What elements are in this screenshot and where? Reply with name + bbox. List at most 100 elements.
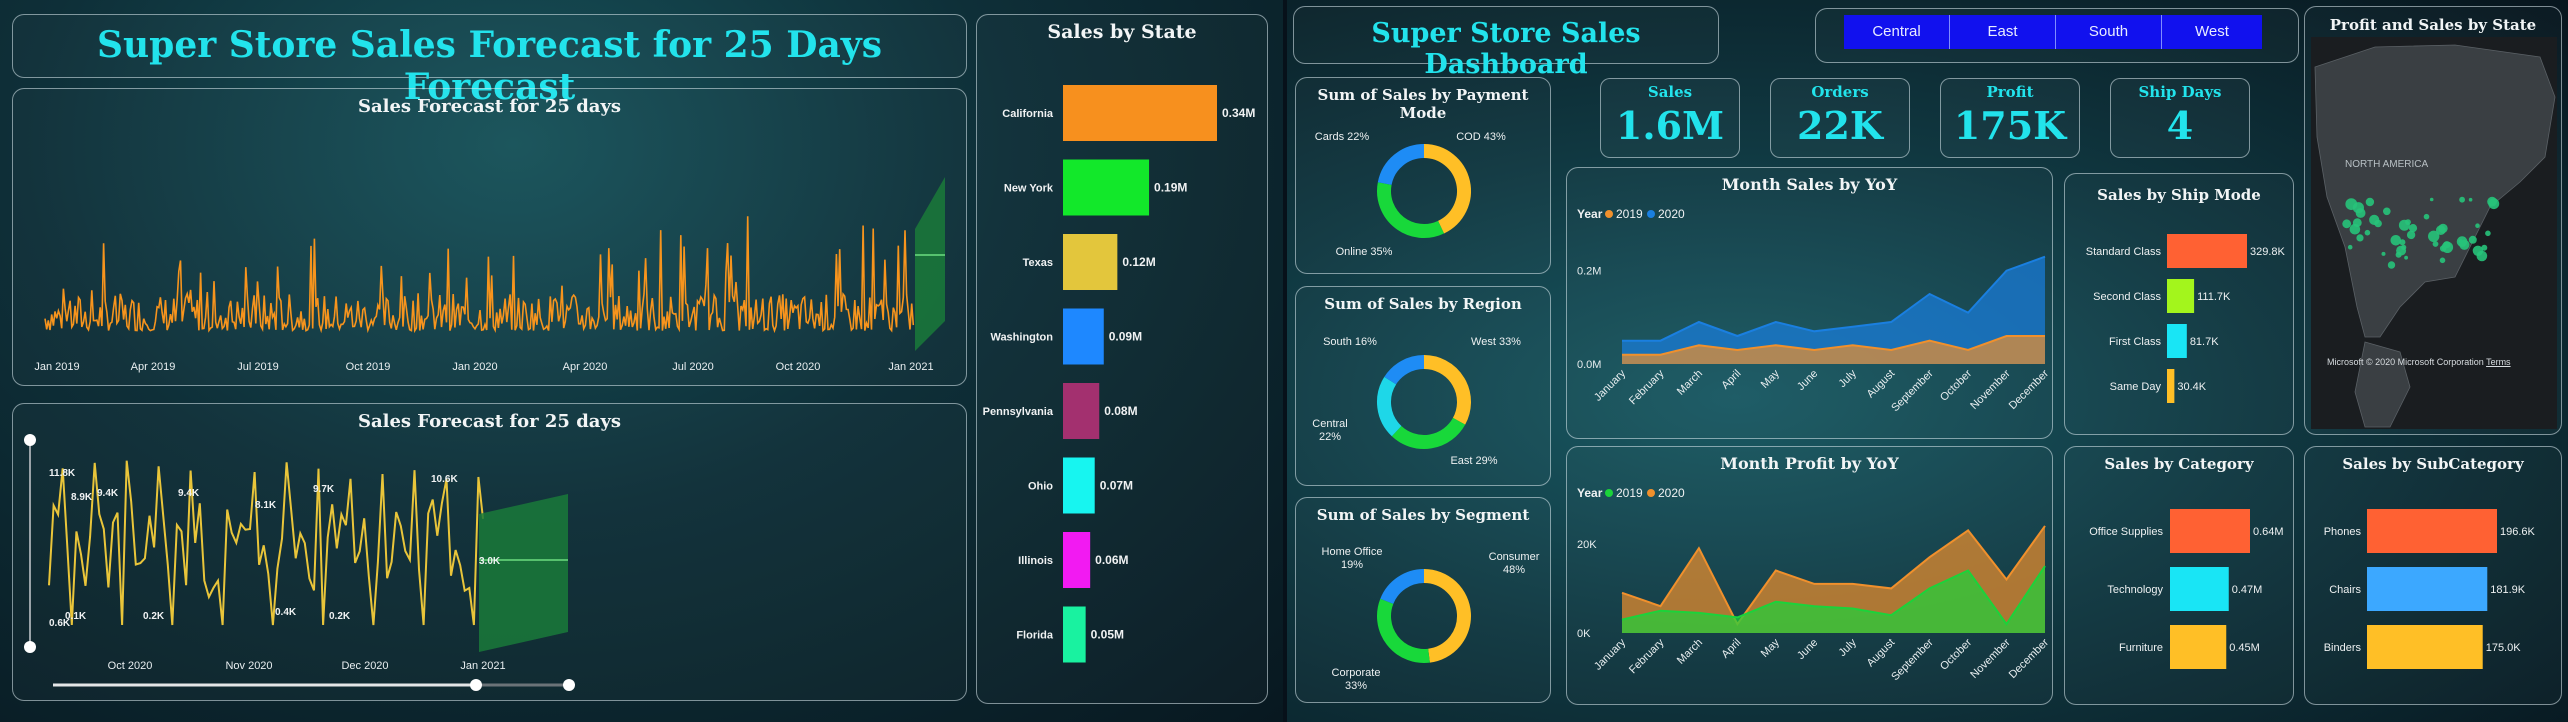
- forecast-2-peak-label: 9.4K: [97, 488, 119, 499]
- region-tab-central[interactable]: Central: [1844, 15, 1950, 49]
- forecast-2-x-tick: Dec 2020: [341, 660, 388, 672]
- category-panel[interactable]: Sales by Category Office Supplies 0.64M Te…: [2064, 446, 2294, 705]
- segment-label: Consumer 48%: [1489, 551, 1540, 576]
- payment-label: Cards 22%: [1315, 131, 1370, 143]
- kpi-profit-label: Profit: [1986, 83, 2034, 101]
- forecast-title-panel: Super Store Sales Forecast for 25 Days F…: [12, 14, 967, 108]
- map-brand: Microsoft: [2327, 357, 2364, 367]
- legend-label: 2020: [1658, 207, 1685, 221]
- map-state-bubble: [2342, 219, 2352, 229]
- month-profit-chart: Year 2019 2020 0K 20K JanuaryFebruary March Apr…: [1577, 486, 2051, 683]
- month-sales-chart: Year 2019 2020 0.0M 0.2M JanuaryFebruary March…: [1577, 207, 2052, 414]
- region-slicer: Central East South West: [1815, 8, 2299, 63]
- x-tick-month: June: [1795, 368, 1820, 393]
- x-tick-month: December: [2007, 367, 2052, 412]
- region-tab-east[interactable]: East: [1950, 15, 2056, 49]
- state-name-label: California: [1002, 108, 1054, 120]
- state-bar: [1063, 85, 1217, 141]
- kpi-sales-value: 1.6M: [1615, 103, 1725, 148]
- month-profit-panel[interactable]: Month Profit by YoY Year 2019 2020 0K 20K Jan…: [1566, 446, 2053, 705]
- map-state-bubble: [2390, 235, 2402, 246]
- forecast-2-low-label: 0.2K: [329, 611, 351, 622]
- region-tab-south[interactable]: South: [2056, 15, 2162, 49]
- region-label: East 29%: [1450, 455, 1497, 467]
- legend-marker: [1605, 210, 1613, 218]
- dashboard-title: Super Store Sales Dashboard: [1371, 18, 1641, 80]
- map-state-bubble: [2364, 229, 2371, 236]
- legend-marker: [1605, 489, 1613, 497]
- forecast-chart-1-plot: Jan 2019 Apr 2019 Jul 2019 Oct 2019 Jan 2020…: [34, 177, 945, 373]
- payment-mode-panel[interactable]: Sum of Sales by Payment Mode COD 43% Onli…: [1295, 77, 1551, 274]
- x-tick-month: September: [1889, 636, 1936, 683]
- forecast-2-peak-label: 9.4K: [178, 488, 200, 499]
- map-state-bubble: [2365, 197, 2375, 207]
- bar-value-label: 175.0K: [2486, 642, 2522, 654]
- map-terms-link[interactable]: Terms: [2486, 357, 2511, 367]
- x-tick-month: February: [1627, 636, 1667, 676]
- x-tick-month: October: [1938, 636, 1974, 672]
- month-sales-panel[interactable]: Month Sales by YoY Year 2019 2020 0.0M 0.2M J…: [1566, 167, 2053, 439]
- forecast-chart-2[interactable]: Sales Forecast for 25 days 11.8K 8.9K 9.4K…: [12, 403, 967, 701]
- segment-sales-donut: Consumer 48% Corporate 33% Home Office 19%: [1322, 546, 1540, 692]
- bar-value-label: 0.64M: [2253, 526, 2284, 538]
- legend-marker: [1647, 489, 1655, 497]
- state-name-label: Illinois: [1018, 555, 1053, 567]
- state-name-label: Florida: [1016, 630, 1054, 642]
- forecast-chart-2-plot: 11.8K8.9K 9.4K 9.4K8.1K9.7K10.6K3.0K0.6K0.…: [24, 434, 575, 691]
- x-tick-month: May: [1759, 636, 1783, 660]
- map-state-bubble: [2398, 219, 2410, 231]
- bar: [2167, 324, 2187, 358]
- forecast-2-range-slider-handle-left: [470, 679, 482, 691]
- kpi-sales: Sales 1.6M: [1600, 78, 1740, 158]
- ship-mode-panel[interactable]: Sales by Ship Mode Standard Class 329.8K S…: [2064, 173, 2294, 435]
- state-map-panel[interactable]: Profit and Sales by State NORTH AMERICA …: [2304, 6, 2562, 435]
- forecast-1-x-tick: Jan 2021: [888, 361, 933, 373]
- bar: [2167, 279, 2195, 313]
- bar-category-label: Office Supplies: [2089, 526, 2163, 538]
- region-sales-panel[interactable]: Sum of Sales by Region West 33% East 29% C…: [1295, 286, 1551, 486]
- forecast-2-peak-label: 11.8K: [49, 468, 76, 479]
- state-value-label: 0.09M: [1109, 330, 1142, 344]
- forecast-2-peak-label: 8.1K: [255, 500, 277, 511]
- map-state-bubble: [2438, 223, 2448, 234]
- region-label: West 33%: [1471, 336, 1521, 348]
- x-tick-month: November: [1968, 367, 2013, 412]
- state-bar: [1063, 383, 1100, 439]
- bar-value-label: 329.8K: [2250, 246, 2286, 258]
- map-copyright: © 2020 Microsoft Corporation: [2366, 357, 2484, 367]
- x-tick-month: May: [1759, 367, 1783, 391]
- forecast-1-confidence-band: [915, 177, 945, 351]
- region-slice-west: [1423, 355, 1471, 425]
- map-state-bubble: [2429, 197, 2434, 202]
- forecast-2-x-tick: Nov 2020: [225, 660, 272, 672]
- payment-slice-cod: [1423, 144, 1471, 234]
- kpi-profit-value: 175K: [1953, 103, 2067, 148]
- segment-sales-panel[interactable]: Sum of Sales by Segment Consumer 48% Corpo…: [1295, 497, 1551, 703]
- legend-title: Year: [1577, 486, 1603, 500]
- bar-value-label: 0.45M: [2229, 642, 2260, 654]
- forecast-chart-1[interactable]: Sales Forecast for 25 days Jan 2019 Apr 2…: [12, 88, 967, 386]
- state-bar: [1063, 308, 1104, 365]
- map-state-bubble: [2459, 239, 2470, 250]
- state-name-label: Washington: [990, 332, 1053, 344]
- map-state-bubble: [2404, 255, 2408, 260]
- segment-label: Home Office 19%: [1322, 546, 1383, 571]
- bar-value-label: 30.4K: [2177, 381, 2206, 393]
- x-tick-month: January: [1592, 636, 1629, 673]
- state-map[interactable]: NORTH AMERICA: [2305, 7, 2562, 435]
- x-tick-month: September: [1889, 367, 1936, 414]
- region-tab-west[interactable]: West: [2162, 15, 2262, 49]
- state-value-label: 0.12M: [1122, 255, 1155, 269]
- x-tick-month: March: [1675, 368, 1705, 398]
- forecast-2-range-slider-handle-right: [563, 679, 575, 691]
- bar: [2170, 509, 2250, 553]
- kpi-orders-label: Orders: [1811, 83, 1869, 101]
- category-chart: Office Supplies 0.64M Technology 0.47M Furni…: [2089, 509, 2284, 669]
- region-label: Central 22%: [1312, 418, 1347, 443]
- map-state-bubble: [2352, 202, 2364, 214]
- forecast-2-peak-label: 3.0K: [479, 556, 501, 567]
- x-tick-month: June: [1795, 637, 1820, 662]
- state-bar: [1063, 159, 1150, 216]
- subcategory-panel[interactable]: Sales by SubCategory Phones 196.6K Chairs 1…: [2304, 446, 2562, 705]
- forecast-2-peak-label: 10.6K: [431, 474, 458, 485]
